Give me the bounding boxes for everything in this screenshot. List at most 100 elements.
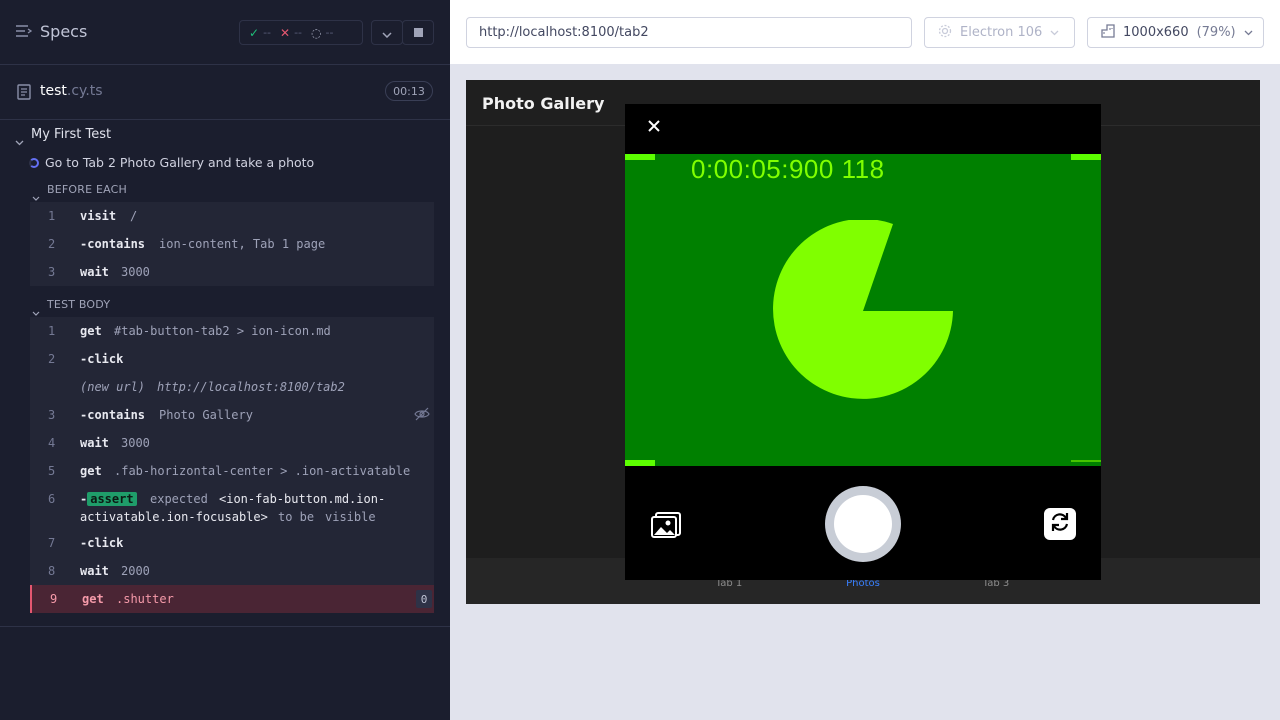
command-name: -contains: [80, 237, 146, 251]
chevron-down-icon: [382, 23, 392, 42]
camera-timestamp: 0:00:05:900 118: [691, 154, 885, 184]
suite-title[interactable]: My First Test: [31, 127, 111, 142]
stop-icon: [413, 28, 423, 37]
reporter-header: Specs ✓ -- ✕ -- ◌ --: [0, 0, 450, 65]
chevron-down-icon: [1050, 25, 1059, 40]
assert-to-be-text: to be: [278, 510, 315, 524]
command-row[interactable]: 7 -click: [30, 529, 434, 557]
gear-icon: [938, 24, 952, 42]
command-row[interactable]: 2 -click: [30, 345, 434, 373]
command-row[interactable]: 5 get .fab-horizontal-center > .ion-acti…: [30, 457, 434, 485]
pending-stat: ◌ --: [311, 26, 333, 40]
command-message: /: [130, 209, 138, 223]
specs-toggle-button[interactable]: Specs: [16, 22, 87, 41]
page-title: Photo Gallery: [482, 94, 605, 113]
shutter-button[interactable]: [825, 486, 901, 562]
command-row[interactable]: 3 wait 3000: [30, 258, 434, 286]
command-row[interactable]: 1 get #tab-button-tab2 > ion-icon.md: [30, 317, 434, 345]
before-each-commands: 1 visit / 2 -contains ion-content, Tab 1…: [30, 202, 434, 286]
command-number: 2: [48, 352, 56, 366]
browser-select[interactable]: Electron 106: [924, 17, 1075, 48]
command-row[interactable]: 4 wait 3000: [30, 429, 434, 457]
command-name: -contains: [80, 408, 146, 422]
assert-badge: assert: [87, 492, 137, 506]
url-input[interactable]: http://localhost:8100/tab2: [466, 17, 912, 48]
test-body-hook-title[interactable]: TEST BODY: [47, 298, 110, 311]
divider: [0, 626, 450, 627]
command-name: -click: [80, 352, 124, 366]
command-number: 3: [48, 265, 56, 279]
ruler-icon: [1101, 23, 1115, 42]
shutter-inner: [834, 495, 892, 553]
camera-modal: 0:00:05:900 118: [625, 104, 1101, 580]
camera-preview: 0:00:05:900 118: [625, 154, 1101, 466]
command-message: 2000: [121, 564, 150, 578]
command-message: ion-content, Tab 1 page: [159, 237, 326, 251]
command-name: wait: [80, 436, 109, 450]
frame-corner: [625, 154, 655, 160]
gallery-button[interactable]: [650, 508, 682, 540]
element-count-badge: 0: [416, 590, 432, 608]
spec-name-text: test: [40, 83, 67, 99]
viewport-size: 1000x660: [1123, 25, 1189, 40]
command-name: -click: [80, 536, 124, 550]
command-row[interactable]: 1 visit /: [30, 202, 434, 230]
flip-camera-button[interactable]: [1044, 508, 1076, 540]
camera-reverse-icon: [1048, 510, 1072, 538]
frame-corner: [1071, 154, 1101, 160]
chevron-down-icon: [1244, 25, 1253, 40]
command-number: 3: [48, 408, 56, 422]
command-row[interactable]: 3 -contains Photo Gallery: [30, 401, 434, 429]
viewport-scale: (79%): [1196, 25, 1236, 40]
command-number: 1: [48, 209, 56, 223]
command-message: http://localhost:8100/tab2: [157, 380, 345, 394]
assert-command-row[interactable]: 6 - assert expected <ion-fab-button.md.io…: [30, 485, 434, 529]
reporter-panel: Specs ✓ -- ✕ -- ◌ -- test.cy.ts 00:13 My…: [0, 0, 450, 720]
spec-file-name[interactable]: test.cy.ts: [40, 83, 103, 99]
viewport-select[interactable]: 1000x660 (79%): [1087, 17, 1264, 48]
pending-count: --: [325, 26, 334, 39]
passed-stat: ✓ --: [249, 26, 271, 40]
command-number: 2: [48, 237, 56, 251]
command-name: wait: [80, 564, 109, 578]
command-name: visit: [80, 209, 117, 223]
command-row[interactable]: 2 -contains ion-content, Tab 1 page: [30, 230, 434, 258]
assert-subject-line2: activatable.ion-focusable>: [80, 510, 268, 524]
failed-stat: ✕ --: [280, 26, 302, 40]
app-under-test-frame: Photo Gallery Tab 1 Photos Tab 3 0:00:05…: [466, 80, 1260, 604]
failed-count: --: [294, 26, 303, 39]
command-number: 4: [48, 436, 56, 450]
test-stats: ✓ -- ✕ -- ◌ --: [239, 20, 363, 45]
close-icon[interactable]: [647, 118, 661, 132]
specs-label: Specs: [40, 22, 88, 41]
assert-visible-text: visible: [325, 510, 376, 524]
command-name: get: [82, 592, 104, 606]
command-message: 3000: [121, 265, 150, 279]
command-row[interactable]: 8 wait 2000: [30, 557, 434, 585]
menu-icon: [16, 22, 33, 41]
toggle-auto-scroll-button[interactable]: [371, 20, 403, 45]
eye-slash-icon[interactable]: [414, 407, 430, 424]
spinner-icon: ◌: [311, 25, 322, 40]
command-row[interactable]: (new url) http://localhost:8100/tab2: [30, 373, 434, 401]
command-number: 7: [48, 536, 56, 550]
image-gallery-icon: [650, 512, 682, 544]
command-number: 1: [48, 324, 56, 338]
assert-subject-line1: <ion-fab-button.md.ion-: [219, 492, 386, 506]
failed-command-row[interactable]: 9 get .shutter 0: [30, 585, 434, 613]
test-body-commands: 1 get #tab-button-tab2 > ion-icon.md 2 -…: [30, 317, 434, 613]
document-icon: [17, 84, 31, 104]
command-name: get: [80, 464, 102, 478]
chevron-down-icon: [15, 131, 24, 150]
command-name: wait: [80, 265, 109, 279]
test-title[interactable]: Go to Tab 2 Photo Gallery and take a pho…: [45, 155, 314, 170]
frame-corner: [625, 460, 655, 466]
x-icon: ✕: [280, 25, 291, 40]
before-each-hook-title[interactable]: BEFORE EACH: [47, 183, 127, 196]
command-number: 8: [48, 564, 56, 578]
command-message: .fab-horizontal-center > .ion-activatabl…: [114, 464, 411, 478]
stop-button[interactable]: [402, 20, 434, 45]
passed-count: --: [263, 26, 272, 39]
duration-badge: 00:13: [385, 81, 433, 101]
frame-corner: [1071, 460, 1101, 466]
